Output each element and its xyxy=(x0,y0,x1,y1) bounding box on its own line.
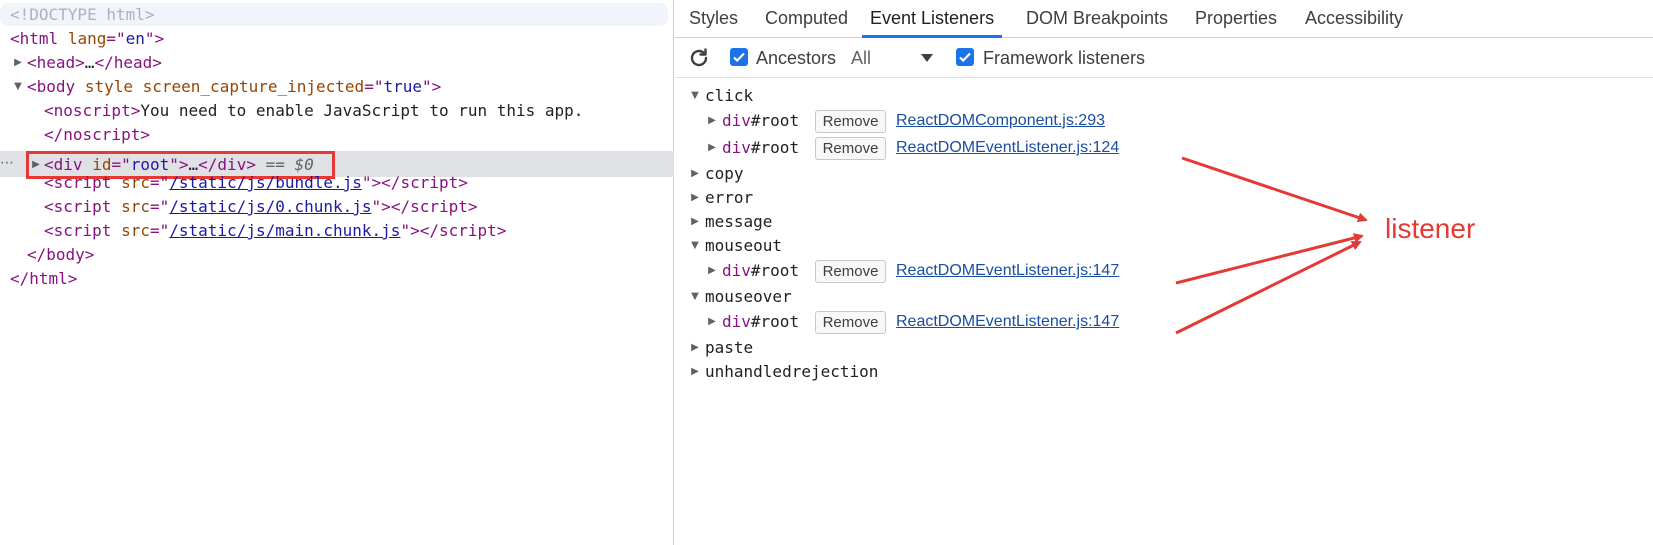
checkmark-icon xyxy=(959,52,971,63)
html-close-tag: </html> xyxy=(10,269,78,288)
dom-script-main[interactable]: <script src="/static/js/main.chunk.js"><… xyxy=(0,218,673,243)
body-close-tag: </body> xyxy=(27,245,95,264)
script-src-link[interactable]: /static/js/0.chunk.js xyxy=(169,197,371,216)
collapse-triangle-icon[interactable]: ▼ xyxy=(12,74,24,99)
dropdown-caret-icon[interactable] xyxy=(921,54,933,62)
collapse-triangle-icon[interactable]: ▼ xyxy=(689,233,701,259)
head-open-tag: <head> xyxy=(27,53,85,72)
noscript-close-tag: </noscript> xyxy=(44,125,150,144)
html-tag: html xyxy=(19,29,59,48)
collapse-triangle-icon[interactable]: ▼ xyxy=(689,284,701,310)
head-ellipsis: … xyxy=(84,53,95,72)
checkmark-icon xyxy=(733,52,745,63)
dom-html-close[interactable]: </html> xyxy=(0,266,673,291)
listener-source-link[interactable]: ReactDOMEventListener.js:147 xyxy=(896,309,1119,335)
remove-listener-button[interactable]: Remove xyxy=(815,137,886,160)
event-name: mouseover xyxy=(705,287,792,306)
head-close-tag: </head> xyxy=(94,53,162,72)
dom-body-close[interactable]: </body> xyxy=(0,242,673,267)
doctype-text: <!DOCTYPE html> xyxy=(10,5,155,24)
body-tag: body xyxy=(36,77,76,96)
event-name: unhandledrejection xyxy=(705,362,879,381)
event-name: error xyxy=(705,188,754,207)
listener-node-id: #root xyxy=(750,111,800,130)
listener-node-tag: div xyxy=(722,261,751,280)
collapse-triangle-icon[interactable]: ▼ xyxy=(689,83,701,109)
expand-triangle-icon[interactable]: ▶ xyxy=(12,50,24,75)
html-lang-attr: lang xyxy=(67,29,107,48)
dom-noscript-close[interactable]: </noscript> xyxy=(0,122,673,147)
event-name: copy xyxy=(705,164,744,183)
listener-filter-select[interactable]: All xyxy=(851,38,871,78)
expand-triangle-icon[interactable]: ▶ xyxy=(706,258,718,284)
listener-node-tag: div xyxy=(722,111,751,130)
tab-accessibility[interactable]: Accessibility xyxy=(1305,0,1403,38)
remove-listener-button[interactable]: Remove xyxy=(815,260,886,283)
listener-node-id: #root xyxy=(750,261,800,280)
remove-listener-button[interactable]: Remove xyxy=(815,110,886,133)
elements-panel: ⋯ <!DOCTYPE html> <html lang="en"> ▶ <he… xyxy=(0,0,674,545)
listener-node-tag: div xyxy=(722,138,751,157)
dom-doctype[interactable]: <!DOCTYPE html> xyxy=(0,2,673,27)
listener-node-tag: div xyxy=(722,312,751,331)
dom-html-open[interactable]: <html lang="en"> xyxy=(0,26,673,51)
dom-body-open[interactable]: ▼ <body style screen_capture_injected="t… xyxy=(0,74,673,99)
event-name: message xyxy=(705,212,773,231)
sidebar-panel: Styles Computed Event Listeners DOM Brea… xyxy=(675,0,1653,545)
expand-triangle-icon[interactable]: ▶ xyxy=(689,209,701,235)
event-name: mouseout xyxy=(705,236,783,255)
refresh-icon[interactable] xyxy=(687,46,711,70)
dom-script-bundle[interactable]: <script src="/static/js/bundle.js"></scr… xyxy=(0,170,673,195)
remove-listener-button[interactable]: Remove xyxy=(815,311,886,334)
listener-source-link[interactable]: ReactDOMEventListener.js:147 xyxy=(896,258,1119,284)
tab-dom-breakpoints[interactable]: DOM Breakpoints xyxy=(1026,0,1168,38)
body-capture-value: true xyxy=(383,77,422,96)
dom-script-chunk0[interactable]: <script src="/static/js/0.chunk.js"></sc… xyxy=(0,194,673,219)
sidebar-tabbar: Styles Computed Event Listeners DOM Brea… xyxy=(675,0,1653,38)
script-src-link[interactable]: /static/js/bundle.js xyxy=(169,173,362,192)
expand-triangle-icon[interactable]: ▶ xyxy=(689,335,701,361)
event-name: click xyxy=(705,86,754,105)
dom-head[interactable]: ▶ <head>…</head> xyxy=(0,50,673,75)
html-lang-value: en xyxy=(125,29,145,48)
annotation-label: listener xyxy=(1385,213,1476,244)
script-src-link[interactable]: /static/js/main.chunk.js xyxy=(169,221,400,240)
expand-triangle-icon[interactable]: ▶ xyxy=(689,185,701,211)
listener-source-link[interactable]: ReactDOMEventListener.js:124 xyxy=(896,135,1119,161)
ancestors-label: Ancestors xyxy=(756,48,837,68)
expand-triangle-icon[interactable]: ▶ xyxy=(706,108,718,134)
ancestors-checkbox[interactable] xyxy=(730,48,748,66)
noscript-open-tag: <noscript> xyxy=(44,101,141,120)
listener-node-id: #root xyxy=(750,138,800,157)
expand-triangle-icon[interactable]: ▶ xyxy=(706,135,718,161)
tab-styles[interactable]: Styles xyxy=(689,0,738,38)
dom-noscript[interactable]: <noscript>You need to enable JavaScript … xyxy=(0,98,673,123)
expand-triangle-icon[interactable]: ▶ xyxy=(706,309,718,335)
body-capture-attr: screen_capture_injected xyxy=(142,77,365,96)
framework-listeners-checkbox[interactable] xyxy=(956,48,974,66)
framework-listeners-label: Framework listeners xyxy=(983,48,1146,68)
body-style-attr: style xyxy=(84,77,133,96)
event-listener-tree: ▼ click ▶ div#root Remove ReactDOMCompon… xyxy=(675,80,1653,400)
listeners-toolbar: Ancestors All Framework listeners xyxy=(675,38,1653,78)
listener-node-id: #root xyxy=(750,312,800,331)
noscript-text: You need to enable JavaScript to run thi… xyxy=(140,101,584,120)
tab-computed[interactable]: Computed xyxy=(765,0,848,38)
event-name: paste xyxy=(705,338,754,357)
listener-source-link[interactable]: ReactDOMComponent.js:293 xyxy=(896,108,1105,134)
expand-triangle-icon[interactable]: ▶ xyxy=(689,359,701,385)
tab-properties[interactable]: Properties xyxy=(1195,0,1277,38)
expand-triangle-icon[interactable]: ▶ xyxy=(689,161,701,187)
tab-event-listeners[interactable]: Event Listeners xyxy=(862,0,1003,38)
